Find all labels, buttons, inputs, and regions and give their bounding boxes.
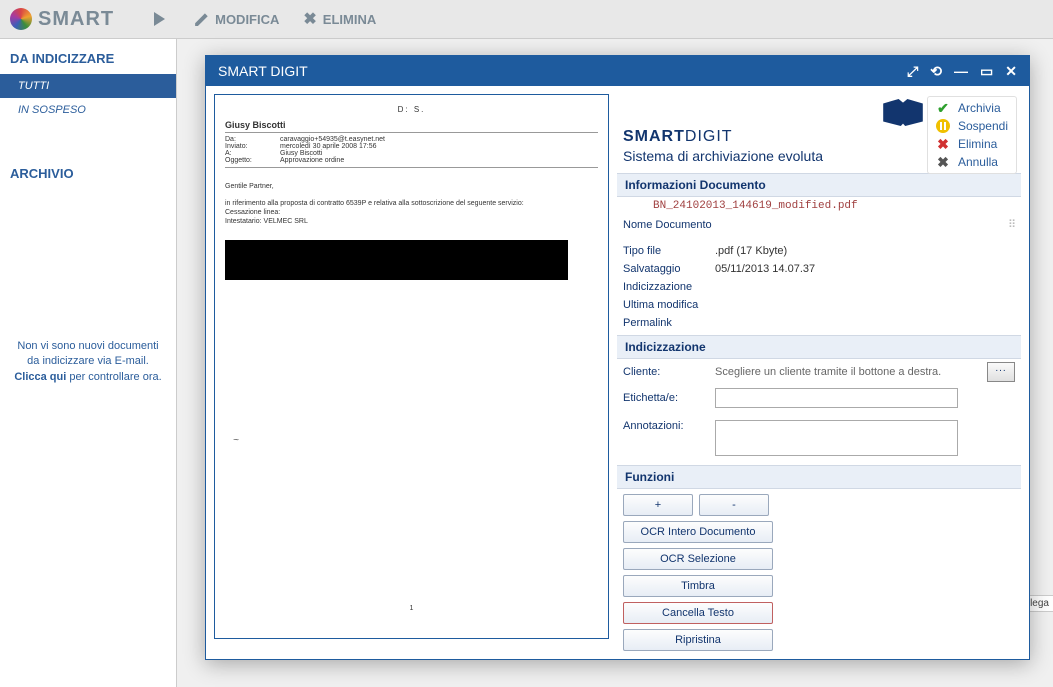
ocr-doc-button[interactable]: OCR Intero Documento: [623, 521, 773, 543]
etichetta-label: Etichetta/e:: [623, 392, 715, 404]
ultima-mod-label: Ultima modifica: [623, 299, 715, 311]
cancella-testo-button[interactable]: Cancella Testo: [623, 602, 773, 624]
cliente-hint: Scegliere un cliente tramite il bottone …: [715, 366, 987, 378]
dialog-title: SMART DIGIT: [218, 63, 308, 79]
check-icon: ✔: [936, 101, 950, 115]
sidebar-item-tutti[interactable]: TUTTI: [0, 74, 176, 98]
ocr-sel-button[interactable]: OCR Selezione: [623, 548, 773, 570]
zoom-out-button[interactable]: -: [699, 494, 769, 516]
cliente-label: Cliente:: [623, 366, 715, 378]
resize-grip-icon[interactable]: ⠿: [1008, 218, 1015, 231]
action-elimina[interactable]: ✖Elimina: [932, 135, 1012, 153]
annotazioni-label: Annotazioni:: [623, 420, 715, 432]
pin-icon[interactable]: ⤢: [907, 64, 918, 78]
undo-icon: ✖: [936, 155, 950, 169]
doc-filename: BN_24102013_144619_modified.pdf: [653, 200, 858, 212]
play-icon: [154, 12, 165, 26]
preview-redacted-block: [225, 240, 568, 280]
x-icon: ✖: [303, 9, 316, 29]
section-informazioni: Informazioni Documento: [617, 173, 1021, 197]
brand-book-icon: [881, 96, 925, 126]
tipo-file-value: .pdf (17 Kbyte): [715, 245, 787, 257]
dialog-titlebar: SMART DIGIT ⤢ ⟲ — ▭ ✕: [206, 56, 1029, 86]
preview-top-seq: D: S.: [225, 105, 598, 114]
section-funzioni: Funzioni: [617, 465, 1021, 489]
permalink-label[interactable]: Permalink: [623, 317, 715, 329]
sidebar-section-indicizzare: DA INDICIZZARE: [0, 43, 176, 74]
app-logo-text: SMART: [38, 8, 114, 31]
sidebar-item-sospeso[interactable]: IN SOSPESO: [0, 98, 176, 122]
delete-icon: ✖: [936, 137, 950, 151]
document-preview: D: S. Giusy Biscotti Da:caravaggio+54935…: [214, 94, 609, 639]
maximize-icon[interactable]: ▭: [980, 64, 993, 78]
action-annulla[interactable]: ✖Annulla: [932, 153, 1012, 171]
timbra-button[interactable]: Timbra: [623, 575, 773, 597]
section-indicizz: Indicizzazione: [617, 335, 1021, 359]
etichetta-input[interactable]: [715, 388, 958, 408]
ripristina-button[interactable]: Ripristina: [623, 629, 773, 651]
action-archivia[interactable]: ✔Archivia: [932, 99, 1012, 117]
preview-pagenum: 1: [410, 605, 414, 612]
elimina-label: ELIMINA: [323, 12, 376, 27]
preview-sig: ~: [233, 435, 239, 446]
app-logo-icon: [10, 8, 32, 30]
action-sospendi[interactable]: Sospendi: [932, 117, 1012, 135]
minimize-icon[interactable]: —: [954, 64, 968, 78]
cliente-browse-button[interactable]: ...: [987, 362, 1015, 382]
pause-icon: [936, 119, 950, 133]
close-icon[interactable]: ✕: [1005, 64, 1017, 78]
sidebar-section-archivio[interactable]: ARCHIVIO: [0, 158, 176, 189]
pencil-icon: [195, 12, 209, 26]
salvataggio-value: 05/11/2013 14.07.37: [715, 263, 815, 275]
annotazioni-input[interactable]: [715, 420, 958, 456]
smart-digit-dialog: SMART DIGIT ⤢ ⟲ — ▭ ✕ D: S. Giusy Biscot…: [205, 55, 1030, 660]
play-button[interactable]: [154, 12, 171, 26]
modifica-label: MODIFICA: [215, 12, 279, 27]
zoom-in-button[interactable]: +: [623, 494, 693, 516]
salvataggio-label: Salvataggio: [623, 263, 715, 275]
sidebar-note-link[interactable]: Clicca qui: [14, 371, 66, 383]
nome-doc-label: Nome Documento: [623, 219, 715, 231]
elimina-button[interactable]: ✖ ELIMINA: [303, 9, 376, 29]
modifica-button[interactable]: MODIFICA: [195, 12, 279, 27]
refresh-icon[interactable]: ⟲: [930, 64, 942, 78]
preview-name: Giusy Biscotti: [225, 120, 598, 133]
sidebar-email-note: Non vi sono nuovi documenti da indicizza…: [0, 339, 176, 385]
tipo-file-label: Tipo file: [623, 245, 715, 257]
indicizz-label: Indicizzazione: [623, 281, 715, 293]
